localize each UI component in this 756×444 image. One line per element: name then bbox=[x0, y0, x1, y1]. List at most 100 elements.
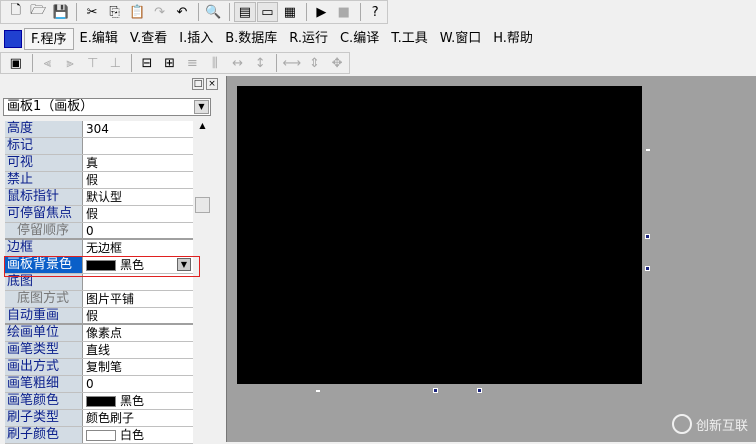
same-width-icon[interactable]: ≡ bbox=[181, 53, 203, 73]
size-icon[interactable]: ✥ bbox=[326, 53, 348, 73]
property-row[interactable]: 画出方式 复制笔 bbox=[5, 359, 193, 376]
help-find-icon[interactable]: ? bbox=[365, 2, 386, 22]
layout2-icon[interactable]: ▭ bbox=[256, 2, 279, 22]
property-value[interactable]: 304 bbox=[83, 121, 193, 137]
property-row[interactable]: 标记 bbox=[5, 138, 193, 155]
save-icon[interactable]: 💾 bbox=[50, 2, 71, 22]
property-name: 高度 bbox=[5, 121, 83, 137]
property-row[interactable]: 画笔类型 直线 bbox=[5, 342, 193, 359]
property-value[interactable]: 图片平铺 bbox=[83, 291, 193, 307]
space-v-icon[interactable]: ↕ bbox=[249, 53, 271, 73]
align-right-icon[interactable]: ⫸ bbox=[59, 53, 81, 73]
copy-icon[interactable]: ⎘ bbox=[104, 2, 125, 22]
property-row[interactable]: 可停留焦点假 bbox=[5, 206, 193, 223]
menu-item-5[interactable]: R.运行 bbox=[283, 28, 334, 50]
property-value[interactable]: 假 bbox=[83, 308, 193, 323]
align-top-icon[interactable]: ⊤ bbox=[82, 53, 104, 73]
property-value[interactable]: 颜色刷子 bbox=[83, 410, 193, 426]
property-value-text: 直线 bbox=[86, 343, 111, 357]
resize-handle[interactable] bbox=[477, 388, 482, 393]
resize-handle[interactable] bbox=[645, 266, 650, 271]
layout3-icon[interactable]: ▦ bbox=[279, 2, 300, 22]
close-icon[interactable]: × bbox=[206, 78, 218, 90]
app-icon bbox=[4, 30, 22, 48]
property-scrollbar[interactable]: ▲ bbox=[194, 121, 211, 442]
canvas-board[interactable] bbox=[237, 86, 642, 384]
property-value-text: 黑色 bbox=[120, 394, 145, 408]
main-toolbar: 🗋 🗁 💾 ✂ ⎘ 📋 ↷ ↶ 🔍 ▤ ▭ ▦ ▶ ■? bbox=[0, 0, 388, 24]
property-value[interactable]: 黑色 bbox=[83, 393, 193, 409]
undo-icon[interactable]: ↶ bbox=[171, 2, 192, 22]
resize-handle[interactable] bbox=[645, 234, 650, 239]
menu-item-9[interactable]: H.帮助 bbox=[487, 28, 539, 50]
menu-item-4[interactable]: B.数据库 bbox=[219, 28, 283, 50]
object-selector[interactable]: 画板1（画板） ▼ bbox=[3, 98, 211, 116]
property-row[interactable]: 自动重画假 bbox=[5, 308, 193, 325]
property-row[interactable]: 绘画单位 像素点 bbox=[5, 325, 193, 342]
color-swatch bbox=[86, 429, 116, 441]
property-value[interactable] bbox=[83, 138, 193, 154]
property-name: 画笔颜色 bbox=[5, 393, 83, 409]
open-folder-icon[interactable]: 🗁 bbox=[27, 2, 48, 22]
toolbar-separator bbox=[76, 3, 78, 21]
property-value[interactable]: 像素点 bbox=[83, 325, 193, 341]
height-icon[interactable]: ⇕ bbox=[304, 53, 326, 73]
property-value[interactable]: 假 bbox=[83, 172, 193, 188]
property-value-text: 复制笔 bbox=[86, 360, 123, 374]
property-value[interactable]: 直线 bbox=[83, 342, 193, 358]
property-row[interactable]: 画笔粗细 0 bbox=[5, 376, 193, 393]
layout1-icon[interactable]: ▤ bbox=[234, 2, 256, 22]
chevron-down-icon[interactable]: ▼ bbox=[194, 100, 209, 114]
resize-handle[interactable] bbox=[433, 388, 438, 393]
property-value[interactable]: 0 bbox=[83, 223, 193, 238]
toolbar-separator bbox=[197, 3, 199, 21]
property-value-text: 图片平铺 bbox=[86, 292, 135, 306]
property-row[interactable]: 边框 无边框 bbox=[5, 240, 193, 257]
property-value[interactable]: 复制笔 bbox=[83, 359, 193, 375]
form-icon[interactable]: ▣ bbox=[5, 53, 27, 73]
menu-item-8[interactable]: W.窗口 bbox=[434, 28, 488, 50]
find-icon[interactable]: 🔍 bbox=[203, 2, 224, 22]
menu-item-7[interactable]: T.工具 bbox=[385, 28, 434, 50]
center-vertical-icon[interactable]: ⊞ bbox=[159, 53, 181, 73]
align-bottom-icon[interactable]: ⊥ bbox=[105, 53, 127, 73]
property-name: 标记 bbox=[5, 138, 83, 154]
align-left-icon[interactable]: ⫷ bbox=[37, 53, 59, 73]
property-row[interactable]: 画笔颜色 黑色 bbox=[5, 393, 193, 410]
property-value[interactable]: 默认型 bbox=[83, 189, 193, 205]
redo-icon[interactable]: ↷ bbox=[149, 2, 170, 22]
resize-handle[interactable] bbox=[316, 390, 320, 392]
resize-handle[interactable] bbox=[646, 149, 650, 151]
property-row[interactable]: 可视真 bbox=[5, 155, 193, 172]
menu-item-1[interactable]: E.编辑 bbox=[74, 28, 124, 50]
property-row[interactable]: 禁止假 bbox=[5, 172, 193, 189]
property-row[interactable]: 高度 304 bbox=[5, 121, 193, 138]
property-value[interactable]: 0 bbox=[83, 376, 193, 392]
menu-item-2[interactable]: V.查看 bbox=[124, 28, 173, 50]
maximize-icon[interactable]: □ bbox=[192, 78, 204, 90]
space-h-icon[interactable]: ↔ bbox=[227, 53, 249, 73]
scroll-thumb[interactable] bbox=[195, 197, 210, 213]
scroll-up-icon[interactable]: ▲ bbox=[194, 121, 211, 130]
menu-item-6[interactable]: C.编译 bbox=[334, 28, 385, 50]
width-icon[interactable]: ⟷ bbox=[281, 53, 303, 73]
property-value[interactable]: 真 bbox=[83, 155, 193, 171]
paste-icon[interactable]: 📋 bbox=[126, 2, 147, 22]
new-file-icon[interactable]: 🗋 bbox=[5, 2, 26, 22]
menu-item-0[interactable]: F.程序 bbox=[24, 28, 74, 50]
property-row[interactable]: 停留顺序 0 bbox=[5, 223, 193, 240]
same-height-icon[interactable]: ⫼ bbox=[204, 53, 226, 73]
property-row[interactable]: 刷子类型 颜色刷子 bbox=[5, 410, 193, 427]
run-icon[interactable]: ▶ bbox=[311, 2, 332, 22]
property-value[interactable]: 白色 bbox=[83, 427, 193, 443]
property-row[interactable]: 鼠标指针 默认型 bbox=[5, 189, 193, 206]
property-row[interactable]: 底图方式 图片平铺 bbox=[5, 291, 193, 308]
cut-icon[interactable]: ✂ bbox=[81, 2, 102, 22]
property-value[interactable]: 假 bbox=[83, 206, 193, 222]
property-row[interactable]: 刷子颜色 白色 bbox=[5, 427, 193, 444]
center-horizontal-icon[interactable]: ⊟ bbox=[136, 53, 158, 73]
property-name: 边框 bbox=[5, 240, 83, 256]
property-value[interactable]: 无边框 bbox=[83, 240, 193, 256]
menu-item-3[interactable]: I.插入 bbox=[173, 28, 219, 50]
stop-icon[interactable]: ■ bbox=[333, 2, 354, 22]
